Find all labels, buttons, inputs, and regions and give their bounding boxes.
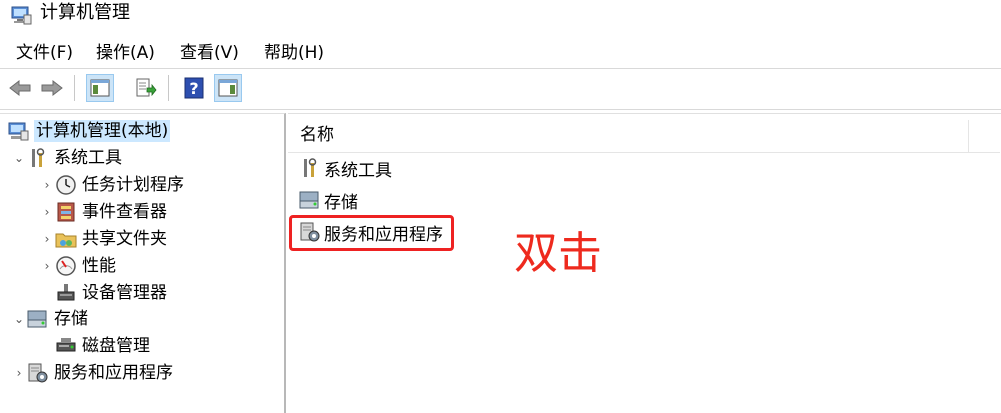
menu-help[interactable]: 帮助(H) — [262, 40, 326, 66]
services-apps-icon — [26, 362, 50, 384]
menu-bar: 文件(F) 操作(A) 查看(V) 帮助(H) — [0, 36, 1001, 68]
column-divider[interactable] — [968, 120, 969, 152]
tree-item-disk-management[interactable]: 磁盘管理 — [40, 333, 150, 359]
tree-item-performance[interactable]: › 性能 — [40, 253, 116, 279]
tree-item-computer-management[interactable]: 计算机管理(本地) — [6, 118, 171, 144]
list-item-storage[interactable]: 存储 — [298, 186, 358, 214]
column-header: 名称 — [288, 118, 1000, 153]
tree-item-shared-folders[interactable]: › 共享文件夹 — [40, 226, 167, 252]
event-viewer-icon — [54, 201, 78, 223]
computer-management-icon — [10, 5, 32, 25]
tree-item-label: 事件查看器 — [82, 202, 167, 222]
list-item-system-tools[interactable]: 系统工具 — [298, 154, 392, 182]
show-hide-tree-icon[interactable] — [86, 74, 114, 102]
tree-item-task-scheduler[interactable]: › 任务计划程序 — [40, 172, 184, 198]
disk-management-icon — [54, 335, 78, 357]
tree-item-label: 共享文件夹 — [82, 229, 167, 249]
list-item-label: 系统工具 — [324, 160, 392, 181]
tree-item-label: 服务和应用程序 — [54, 363, 173, 383]
forward-arrow-icon[interactable] — [38, 74, 66, 102]
window-title: 计算机管理 — [40, 2, 130, 23]
tree-item-services-apps[interactable]: › 服务和应用程序 — [12, 360, 173, 386]
chevron-down-icon[interactable]: ⌄ — [12, 151, 26, 165]
toolbar-separator — [74, 75, 75, 101]
device-manager-icon — [54, 282, 78, 304]
tree-item-event-viewer[interactable]: › 事件查看器 — [40, 199, 167, 225]
tree-item-label: 任务计划程序 — [82, 175, 184, 195]
export-list-icon[interactable] — [132, 74, 160, 102]
chevron-right-icon[interactable]: › — [40, 259, 54, 273]
tree-item-label: 磁盘管理 — [82, 336, 150, 356]
column-header-name[interactable]: 名称 — [300, 124, 334, 146]
storage-icon — [298, 189, 322, 211]
tree-item-label: 存储 — [54, 309, 88, 329]
chevron-right-icon[interactable]: › — [40, 205, 54, 219]
chevron-right-icon[interactable]: › — [40, 232, 54, 246]
show-hide-action-pane-icon[interactable] — [214, 74, 242, 102]
svg-text:?: ? — [189, 79, 198, 98]
tools-icon — [298, 157, 322, 179]
tree-item-device-manager[interactable]: 设备管理器 — [40, 280, 167, 306]
tree-item-storage[interactable]: ⌄ 存储 — [12, 306, 88, 332]
annotation-text: 双击 — [514, 228, 602, 279]
tree-item-label: 设备管理器 — [82, 283, 167, 303]
content-pane: 名称 系统工具 存储 服务和应用程序 — [288, 113, 1001, 413]
menu-view[interactable]: 查看(V) — [178, 40, 241, 66]
toolbar: ? — [0, 68, 1001, 110]
storage-icon — [26, 308, 50, 330]
performance-icon — [54, 255, 78, 277]
toolbar-separator — [168, 75, 169, 101]
tree-item-label: 计算机管理(本地) — [34, 120, 171, 142]
highlight-box — [289, 215, 454, 251]
computer-management-icon — [6, 120, 30, 142]
menu-action[interactable]: 操作(A) — [94, 40, 157, 66]
chevron-right-icon[interactable]: › — [12, 366, 26, 380]
tools-icon — [26, 147, 50, 169]
tree-item-label: 系统工具 — [54, 148, 122, 168]
back-arrow-icon[interactable] — [6, 74, 34, 102]
tree-item-label: 性能 — [82, 256, 116, 276]
menu-file[interactable]: 文件(F) — [14, 40, 75, 66]
shared-folder-icon — [54, 228, 78, 250]
chevron-down-icon[interactable]: ⌄ — [12, 312, 26, 326]
clock-icon — [54, 174, 78, 196]
navigation-tree: 计算机管理(本地) ⌄ 系统工具 › 任务计划程序 › 事件查看器 › 共享文件… — [0, 113, 286, 413]
tree-item-system-tools[interactable]: ⌄ 系统工具 — [12, 145, 122, 171]
help-icon[interactable]: ? — [180, 74, 208, 102]
title-bar: 计算机管理 — [0, 0, 1001, 30]
list-item-label: 存储 — [324, 192, 358, 213]
chevron-right-icon[interactable]: › — [40, 178, 54, 192]
